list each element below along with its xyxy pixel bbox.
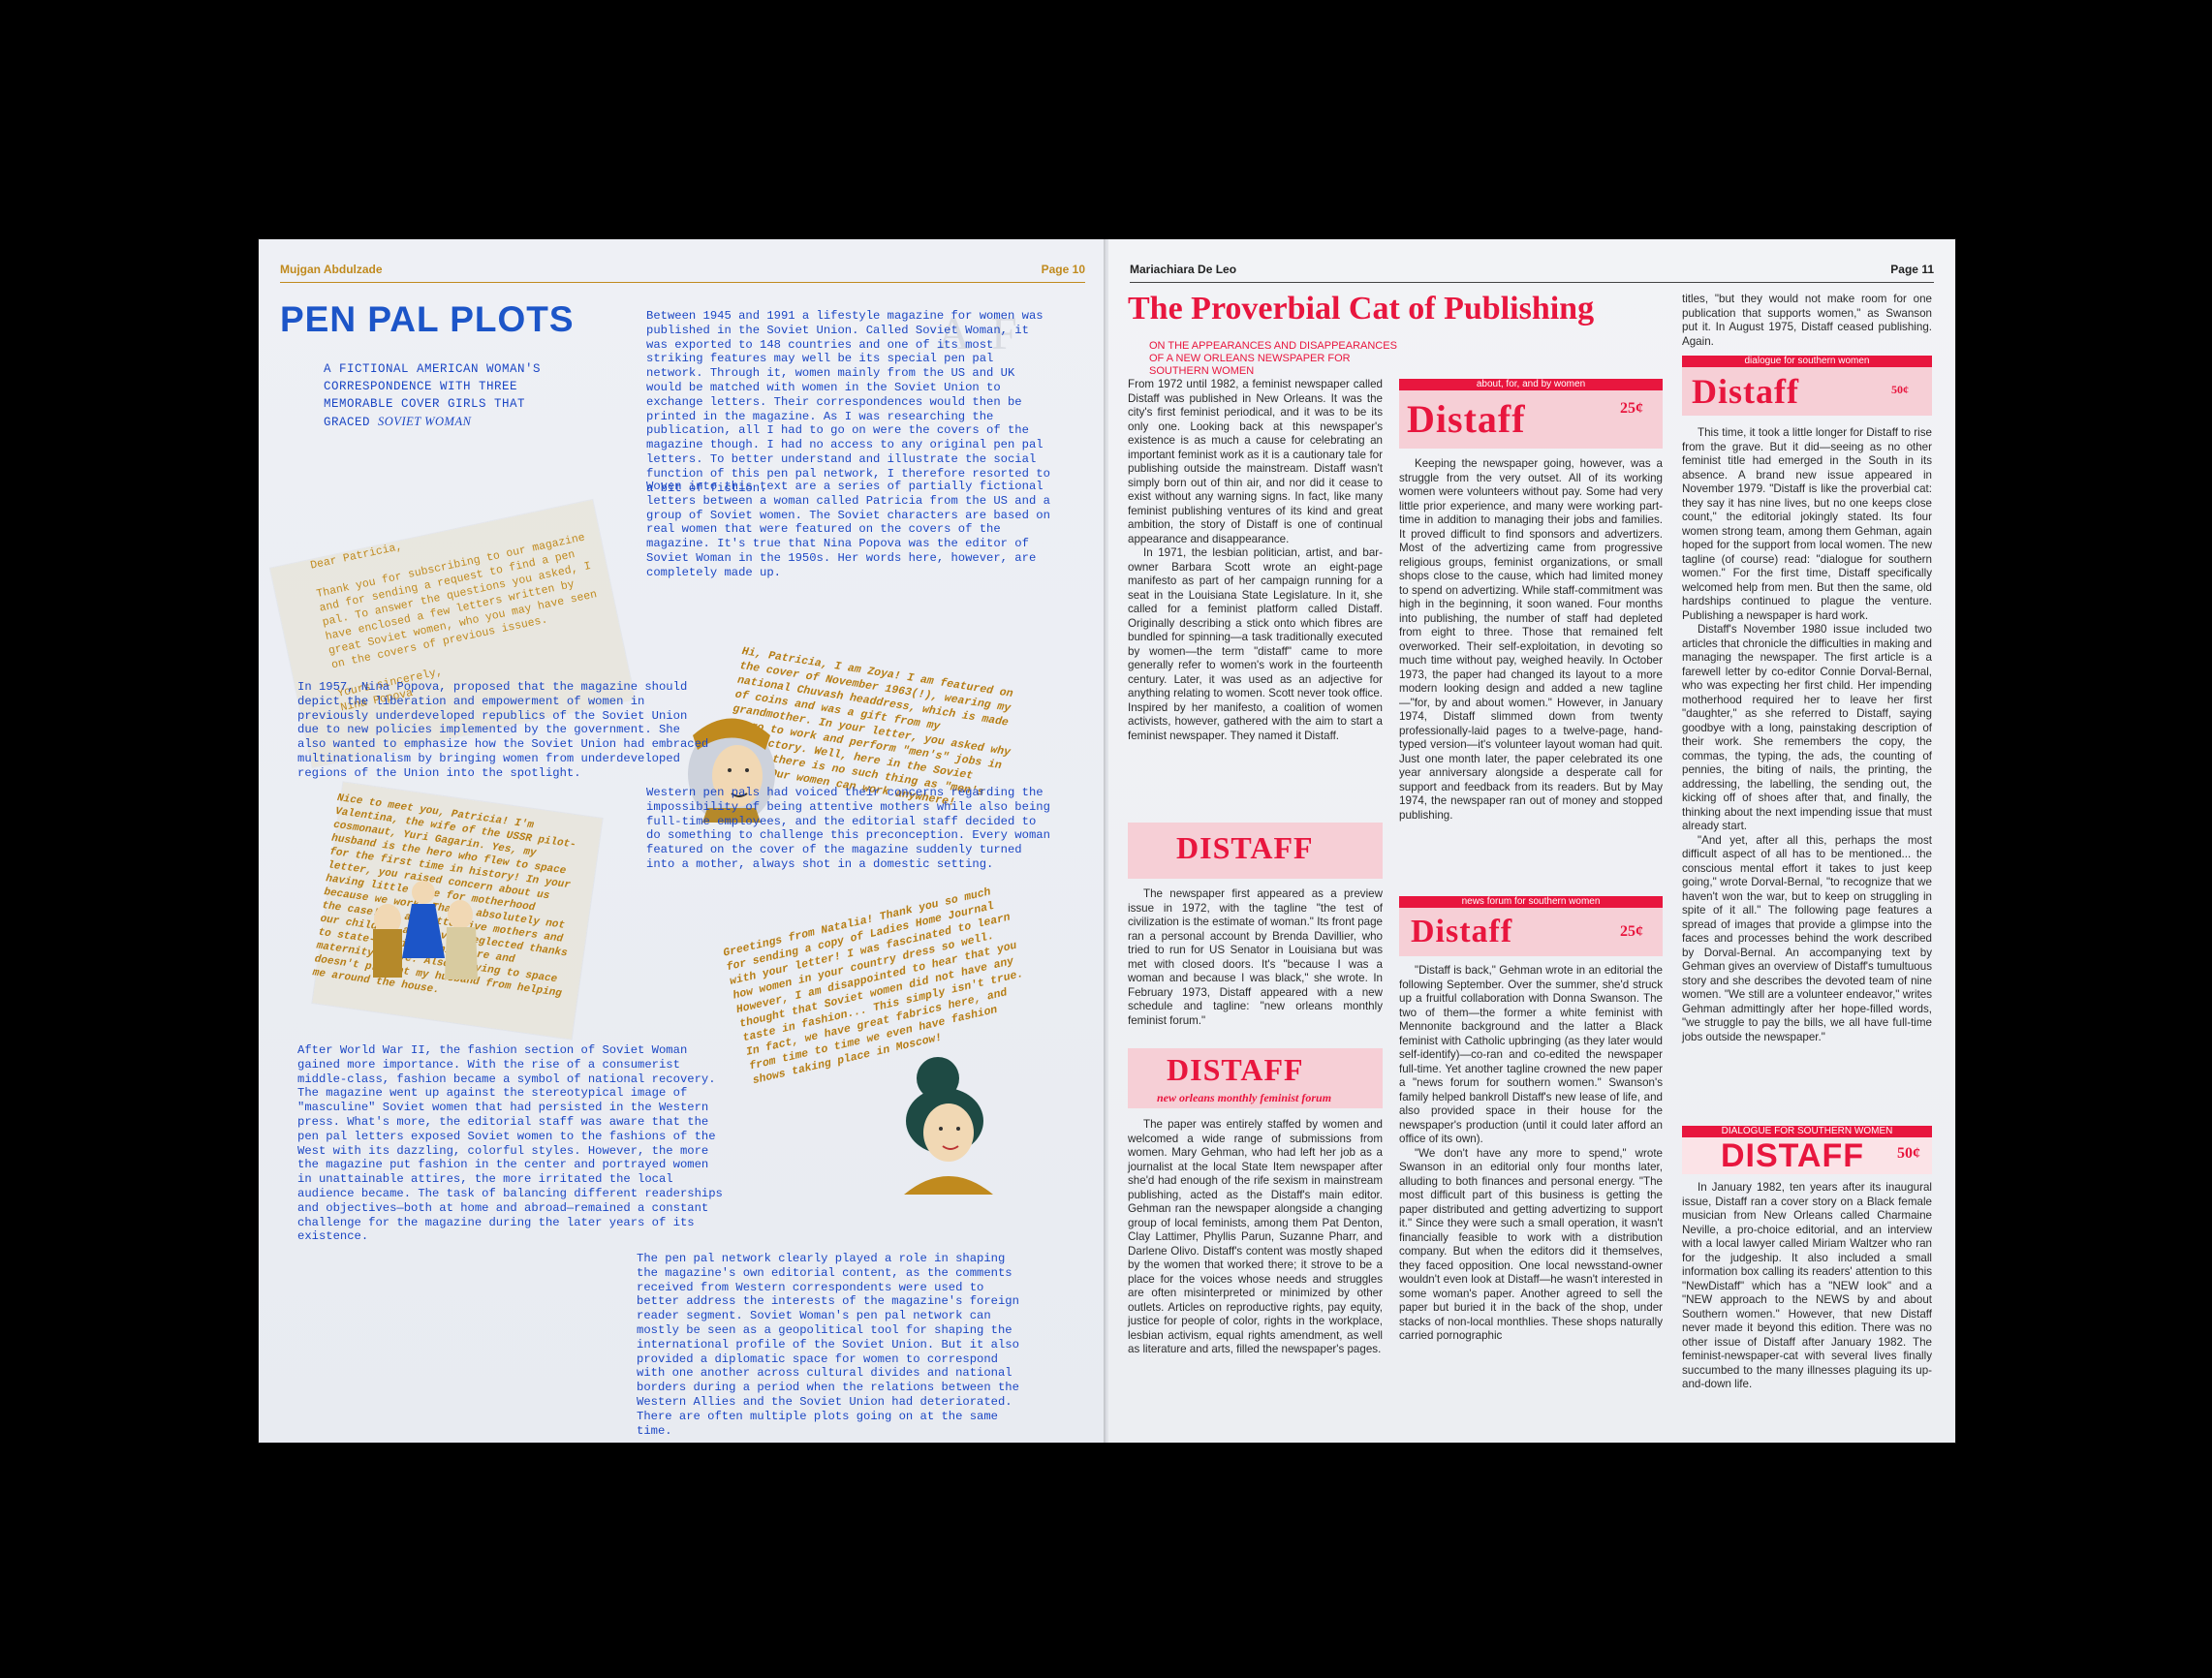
masthead-distaff-1972: DISTAFF	[1128, 823, 1383, 879]
right-author: Mariachiara De Leo	[1130, 263, 1237, 276]
column-1-end: The paper was entirely staffed by women …	[1128, 1118, 1383, 1357]
article-title: PEN PAL PLOTS	[280, 299, 575, 339]
col2-para-b: "Distaff is back," Gehman wrote in an ed…	[1399, 964, 1663, 1145]
magazine-spread: Mujgan Abdulzade Page 10 A F PEN PAL PLO…	[259, 239, 1955, 1443]
col2-para-a: Keeping the newspaper going, however, wa…	[1399, 457, 1663, 822]
right-page-number: Page 11	[1890, 263, 1934, 276]
masthead-tagline: dialogue for southern women	[1682, 356, 1932, 367]
masthead-price: 25¢	[1620, 923, 1643, 940]
col3-para-e: In January 1982, ten years after its ina…	[1682, 1181, 1932, 1390]
masthead-tagline: new orleans monthly feminist forum	[1157, 1091, 1332, 1104]
right-article-subtitle: ON THE APPEARANCES AND DISAPPEARANCES OF…	[1149, 340, 1397, 377]
network-paragraph: The pen pal network clearly played a rol…	[637, 1252, 1019, 1438]
col2-para-c: "We don't have any more to spend," wrote…	[1399, 1146, 1663, 1343]
masthead-name: DISTAFF	[1167, 1052, 1304, 1087]
col3-para-c: Distaff's November 1980 issue included t…	[1682, 623, 1932, 832]
masthead-name: Distaff	[1411, 914, 1513, 949]
masthead-distaff-about-for-by: about, for, and by women Distaff 25¢	[1399, 379, 1663, 449]
col3-para-b: This time, it took a little longer for D…	[1682, 426, 1932, 622]
column-3-cont: This time, it took a little longer for D…	[1682, 426, 1932, 1044]
column-3: titles, "but they would not make room fo…	[1682, 293, 1932, 349]
masthead-distaff-dialogue: dialogue for southern women Distaff 50¢	[1682, 356, 1932, 416]
column-2: Keeping the newspaper going, however, wa…	[1399, 457, 1663, 823]
masthead-tagline: news forum for southern women	[1399, 896, 1663, 908]
left-author: Mujgan Abdulzade	[280, 263, 383, 276]
column-2-cont: "Distaff is back," Gehman wrote in an ed…	[1399, 964, 1663, 1344]
col1-para-d: The paper was entirely staffed by women …	[1128, 1118, 1383, 1355]
column-1-cont: The newspaper first appeared as a previe…	[1128, 887, 1383, 1028]
masthead-price: 50¢	[1891, 383, 1909, 396]
intro-paragraph: Between 1945 and 1991 a lifestyle magazi…	[646, 309, 1050, 495]
left-page-number: Page 10	[1041, 263, 1085, 276]
western-paragraph: Western pen pals had voiced their concer…	[646, 786, 1050, 871]
masthead-name: Distaff	[1692, 372, 1799, 411]
right-page: Mariachiara De Leo Page 11 The Proverbia…	[1108, 239, 1955, 1443]
column-1: From 1972 until 1982, a feminist newspap…	[1128, 378, 1383, 743]
masthead-price: 50¢	[1897, 1145, 1920, 1162]
left-page: Mujgan Abdulzade Page 10 A F PEN PAL PLO…	[259, 239, 1106, 1443]
col1-para-b: In 1971, the lesbian politician, artist,…	[1128, 546, 1383, 742]
natalia-portrait-illustration	[904, 1057, 993, 1195]
masthead-tagline: about, for, and by women	[1399, 379, 1663, 390]
p1957-paragraph: In 1957, Nina Popova, proposed that the …	[297, 680, 709, 780]
masthead-tagline: DIALOGUE FOR SOUTHERN WOMEN	[1682, 1126, 1932, 1137]
col1-para-a: From 1972 until 1982, a feminist newspap…	[1128, 378, 1383, 545]
col3-para-a: titles, "but they would not make room fo…	[1682, 293, 1932, 348]
ww2-paragraph: After World War II, the fashion section …	[297, 1043, 723, 1244]
col1-para-c: The newspaper first appeared as a previe…	[1128, 887, 1383, 1027]
masthead-distaff-1973: DISTAFF new orleans monthly feminist for…	[1128, 1048, 1383, 1108]
masthead-name: Distaff	[1407, 397, 1526, 441]
family-illustration	[373, 881, 478, 979]
masthead-distaff-1982: DIALOGUE FOR SOUTHERN WOMEN DISTAFF 50¢	[1682, 1126, 1932, 1174]
masthead-price: 25¢	[1620, 400, 1643, 417]
masthead-distaff-news-forum: news forum for southern women Distaff 25…	[1399, 896, 1663, 956]
subtitle-magazine: SOVIET WOMAN	[378, 415, 472, 428]
left-header-rule	[280, 282, 1085, 283]
masthead-name: DISTAFF	[1176, 830, 1314, 865]
column-3-end: In January 1982, ten years after its ina…	[1682, 1181, 1932, 1392]
col3-para-d: "And yet, after all this, perhaps the mo…	[1682, 833, 1932, 1043]
article-subtitle: A FICTIONAL AMERICAN WOMAN'S CORRESPONDE…	[324, 360, 577, 431]
right-article-title: The Proverbial Cat of Publishing	[1128, 291, 1595, 326]
woven-paragraph: Woven into this text are a series of par…	[646, 480, 1050, 579]
right-header-rule	[1130, 282, 1934, 283]
masthead-name: DISTAFF	[1721, 1137, 1865, 1174]
